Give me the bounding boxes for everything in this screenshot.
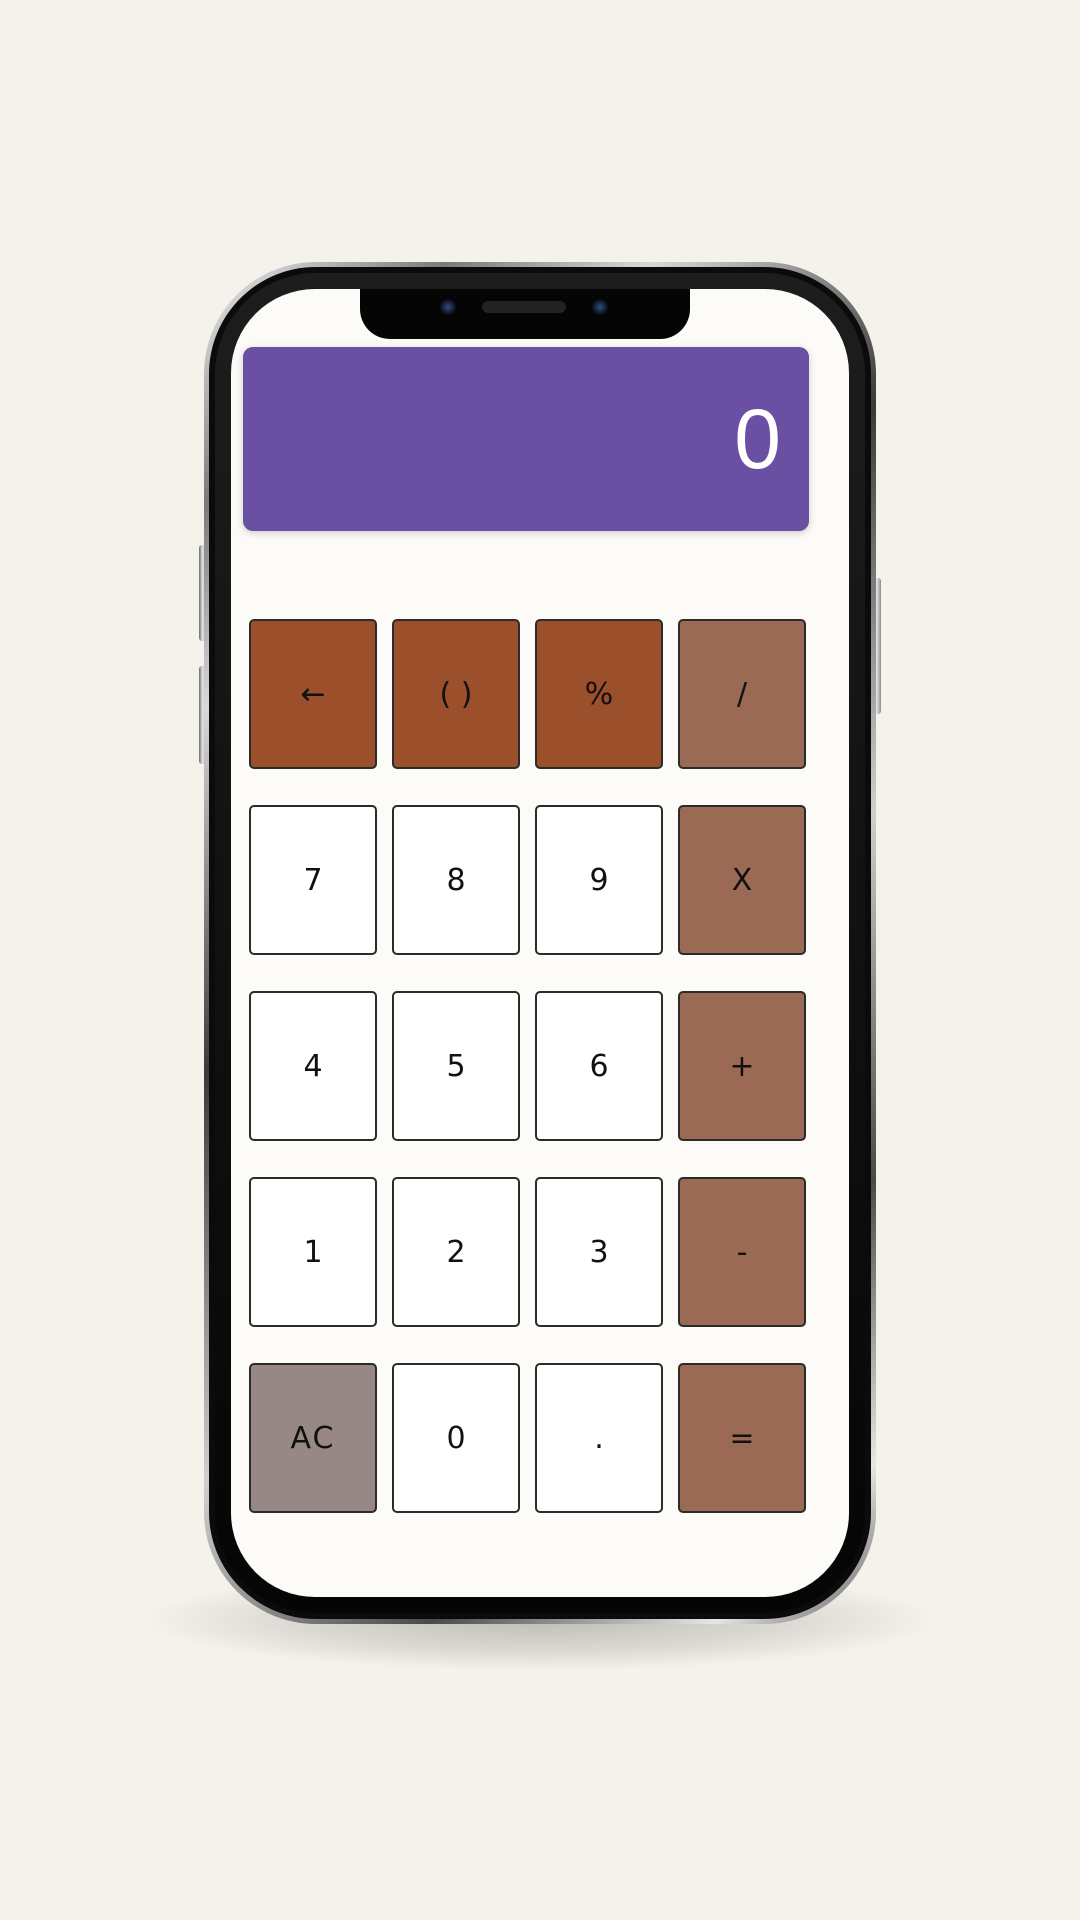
add-key[interactable]: + bbox=[678, 991, 806, 1141]
key-label: . bbox=[594, 1420, 604, 1456]
subtract-key[interactable]: - bbox=[678, 1177, 806, 1327]
sensor-icon bbox=[592, 299, 608, 315]
key-label: 1 bbox=[303, 1234, 323, 1270]
key-label: ← bbox=[300, 676, 326, 712]
key-label: 0 bbox=[446, 1420, 466, 1456]
key-label: % bbox=[584, 676, 614, 712]
result-display: 0 bbox=[243, 347, 809, 531]
key-label: 9 bbox=[589, 862, 609, 898]
percent-key[interactable]: % bbox=[535, 619, 663, 769]
key-label: - bbox=[736, 1234, 748, 1270]
phone-bezel: 0 ← ( )% / 7 8 9 X 4 5 6 +1 2 3 - AC 0. = bbox=[215, 273, 865, 1613]
key-label: 7 bbox=[303, 862, 323, 898]
page-background: 0 ← ( )% / 7 8 9 X 4 5 6 +1 2 3 - AC 0. = bbox=[0, 0, 1080, 1920]
key-label: ( ) bbox=[439, 676, 473, 712]
earpiece-speaker bbox=[482, 301, 566, 313]
key-label: 2 bbox=[446, 1234, 466, 1270]
digit-0-key[interactable]: 0 bbox=[392, 1363, 520, 1513]
key-label: AC bbox=[290, 1420, 336, 1456]
key-label: 3 bbox=[589, 1234, 609, 1270]
digit-1-key[interactable]: 1 bbox=[249, 1177, 377, 1327]
digit-8-key[interactable]: 8 bbox=[392, 805, 520, 955]
phone-frame: 0 ← ( )% / 7 8 9 X 4 5 6 +1 2 3 - AC 0. = bbox=[204, 262, 876, 1624]
digit-4-key[interactable]: 4 bbox=[249, 991, 377, 1141]
equals-key[interactable]: = bbox=[678, 1363, 806, 1513]
display-value: 0 bbox=[734, 392, 781, 486]
digit-3-key[interactable]: 3 bbox=[535, 1177, 663, 1327]
decimal-key[interactable]: . bbox=[535, 1363, 663, 1513]
digit-7-key[interactable]: 7 bbox=[249, 805, 377, 955]
key-label: 8 bbox=[446, 862, 466, 898]
key-label: X bbox=[731, 862, 753, 898]
key-label: 4 bbox=[303, 1048, 323, 1084]
digit-9-key[interactable]: 9 bbox=[535, 805, 663, 955]
digit-6-key[interactable]: 6 bbox=[535, 991, 663, 1141]
all-clear-key[interactable]: AC bbox=[249, 1363, 377, 1513]
key-label: / bbox=[736, 676, 748, 712]
phone-notch bbox=[360, 289, 690, 339]
key-label: = bbox=[729, 1420, 755, 1456]
phone-edge: 0 ← ( )% / 7 8 9 X 4 5 6 +1 2 3 - AC 0. = bbox=[209, 267, 871, 1619]
divide-key[interactable]: / bbox=[678, 619, 806, 769]
front-camera-icon bbox=[440, 299, 456, 315]
parentheses-key[interactable]: ( ) bbox=[392, 619, 520, 769]
digit-5-key[interactable]: 5 bbox=[392, 991, 520, 1141]
calculator-screen: 0 ← ( )% / 7 8 9 X 4 5 6 +1 2 3 - AC 0. = bbox=[231, 289, 849, 1597]
key-label: + bbox=[729, 1048, 755, 1084]
digit-2-key[interactable]: 2 bbox=[392, 1177, 520, 1327]
multiply-key[interactable]: X bbox=[678, 805, 806, 955]
key-label: 5 bbox=[446, 1048, 466, 1084]
key-label: 6 bbox=[589, 1048, 609, 1084]
backspace-key[interactable]: ← bbox=[249, 619, 377, 769]
